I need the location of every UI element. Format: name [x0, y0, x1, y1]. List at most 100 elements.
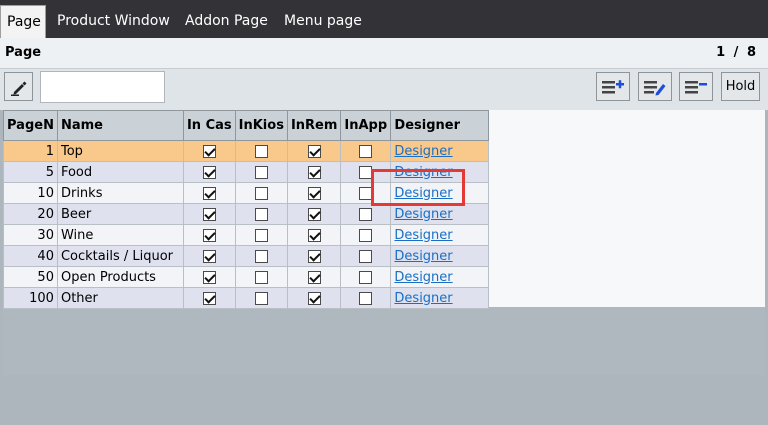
in-app-checkbox[interactable]: [359, 144, 373, 158]
in-cash-checkbox[interactable]: [202, 165, 216, 179]
in-cash-checkbox[interactable]: [202, 228, 216, 242]
table-row[interactable]: 100 Other Designer: [3, 287, 490, 309]
pager-current: 1: [716, 45, 726, 60]
page-number-cell: 1: [3, 140, 58, 162]
in-remote-checkbox[interactable]: [307, 207, 321, 221]
column-header-in-cash[interactable]: In Cas: [182, 110, 236, 141]
in-kiosk-checkbox[interactable]: [254, 228, 268, 242]
tab-menu-page[interactable]: Menu page: [284, 5, 362, 38]
designer-cell: Designer: [390, 266, 490, 288]
designer-link[interactable]: Designer: [394, 228, 452, 243]
designer-link[interactable]: Designer: [394, 144, 452, 159]
in-kiosk-checkbox[interactable]: [254, 186, 268, 200]
in-kiosk-checkbox[interactable]: [254, 207, 268, 221]
in-kiosk-checkbox[interactable]: [254, 144, 268, 158]
in-remote-cell: [286, 161, 342, 183]
pencil-icon: [10, 81, 26, 96]
designer-cell: Designer: [390, 203, 490, 225]
page-panel: Page 1 / 8 Hold PageN Name In Cas InKios…: [0, 38, 768, 425]
page-name-cell: Top: [56, 140, 184, 162]
column-header-designer[interactable]: Designer: [390, 110, 490, 141]
in-cash-checkbox[interactable]: [202, 249, 216, 263]
in-kiosk-checkbox[interactable]: [254, 249, 268, 263]
in-cash-checkbox[interactable]: [202, 207, 216, 221]
page-number-cell: 40: [3, 245, 58, 267]
in-cash-cell: [182, 266, 236, 288]
tab-product-window[interactable]: Product Window: [57, 5, 170, 38]
table-header-row: PageN Name In Cas InKios InRem InApp Des…: [3, 110, 490, 141]
page-name-cell: Wine: [56, 224, 184, 246]
page-name-cell: Other: [56, 287, 184, 309]
in-app-cell: [340, 140, 392, 162]
column-header-name[interactable]: Name: [56, 110, 184, 141]
page-name-cell: Cocktails / Liquor: [56, 245, 184, 267]
designer-link[interactable]: Designer: [394, 270, 452, 285]
designer-link[interactable]: Designer: [394, 207, 452, 222]
in-kiosk-cell: [234, 182, 288, 204]
in-remote-checkbox[interactable]: [307, 270, 321, 284]
remove-list-button[interactable]: [679, 72, 713, 101]
in-remote-checkbox[interactable]: [307, 165, 321, 179]
in-kiosk-checkbox[interactable]: [254, 165, 268, 179]
panel-title: Page: [5, 45, 42, 60]
tab-page[interactable]: Page: [0, 5, 46, 38]
designer-link[interactable]: Designer: [394, 249, 452, 264]
in-kiosk-checkbox[interactable]: [254, 291, 268, 305]
in-cash-cell: [182, 161, 236, 183]
hold-button[interactable]: Hold: [721, 72, 760, 101]
table-row[interactable]: 50 Open Products Designer: [3, 266, 490, 288]
in-cash-checkbox[interactable]: [202, 291, 216, 305]
in-kiosk-cell: [234, 287, 288, 309]
in-app-checkbox[interactable]: [359, 228, 373, 242]
in-remote-checkbox[interactable]: [307, 228, 321, 242]
designer-link[interactable]: Designer: [394, 291, 452, 306]
table-row[interactable]: 20 Beer Designer: [3, 203, 490, 225]
tab-addon-page[interactable]: Addon Page: [185, 5, 268, 38]
in-cash-checkbox[interactable]: [202, 144, 216, 158]
in-cash-cell: [182, 140, 236, 162]
add-list-button[interactable]: [596, 72, 630, 101]
in-kiosk-checkbox[interactable]: [254, 270, 268, 284]
in-remote-checkbox[interactable]: [307, 186, 321, 200]
in-remote-checkbox[interactable]: [307, 144, 321, 158]
in-remote-checkbox[interactable]: [307, 249, 321, 263]
in-app-checkbox[interactable]: [359, 249, 373, 263]
designer-cell: Designer: [390, 140, 490, 162]
in-app-checkbox[interactable]: [359, 270, 373, 284]
designer-cell: Designer: [390, 245, 490, 267]
page-name-cell: Food: [56, 161, 184, 183]
in-kiosk-cell: [234, 266, 288, 288]
in-remote-cell: [286, 224, 342, 246]
in-app-cell: [340, 224, 392, 246]
in-remote-cell: [286, 182, 342, 204]
pager-separator: /: [733, 45, 739, 60]
in-cash-checkbox[interactable]: [202, 186, 216, 200]
in-cash-cell: [182, 182, 236, 204]
in-app-cell: [340, 245, 392, 267]
column-header-in-app[interactable]: InApp: [340, 110, 392, 141]
page-name-cell: Beer: [56, 203, 184, 225]
page-name-cell: Drinks: [56, 182, 184, 204]
in-cash-checkbox[interactable]: [202, 270, 216, 284]
table-row[interactable]: 40 Cocktails / Liquor Designer: [3, 245, 490, 267]
in-cash-cell: [182, 287, 236, 309]
page-number-cell: 50: [3, 266, 58, 288]
list-edit-icon: [644, 80, 666, 95]
in-remote-cell: [286, 140, 342, 162]
in-remote-cell: [286, 266, 342, 288]
designer-cell: Designer: [390, 287, 490, 309]
search-input[interactable]: [40, 71, 165, 103]
in-app-checkbox[interactable]: [359, 291, 373, 305]
edit-list-button[interactable]: [638, 72, 672, 101]
table-row[interactable]: 30 Wine Designer: [3, 224, 490, 246]
column-header-in-kiosk[interactable]: InKios: [234, 110, 288, 141]
in-app-cell: [340, 203, 392, 225]
column-header-in-remote[interactable]: InRem: [286, 110, 342, 141]
table-row[interactable]: 1 Top Designer: [3, 140, 490, 162]
edit-button[interactable]: [4, 72, 33, 101]
in-remote-checkbox[interactable]: [307, 291, 321, 305]
page-name-cell: Open Products: [56, 266, 184, 288]
in-app-cell: [340, 287, 392, 309]
column-header-page-number[interactable]: PageN: [3, 110, 58, 141]
in-app-checkbox[interactable]: [359, 207, 373, 221]
